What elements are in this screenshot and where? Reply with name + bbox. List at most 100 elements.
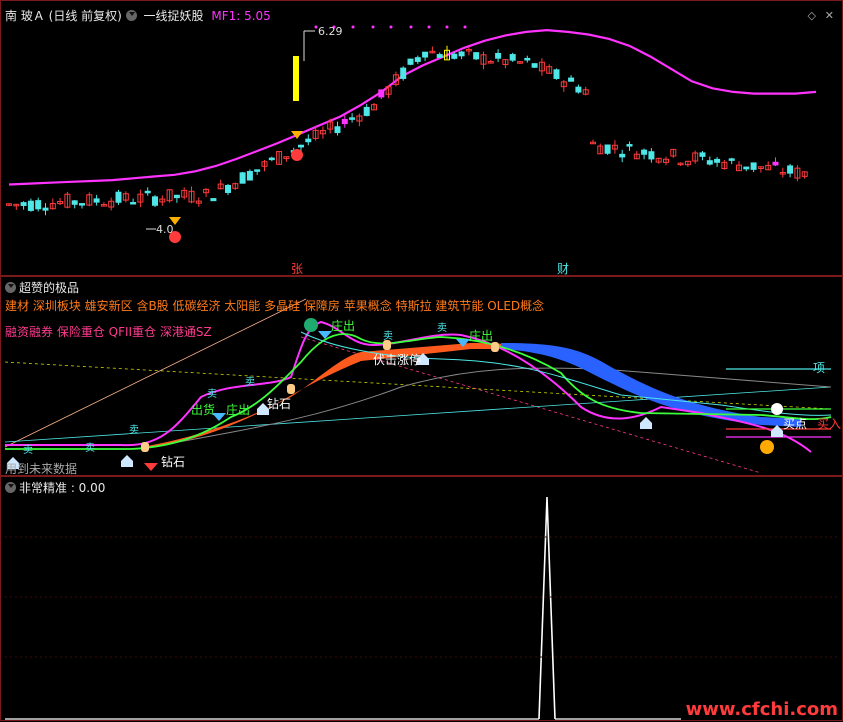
red-gem-icon [144, 463, 158, 471]
concept-tags-line1: 建材 深圳板块 雄安新区 含B股 低碳经济 太阳能 多晶硅 保障房 苹果概念 特… [5, 299, 545, 313]
close-icon[interactable]: ✕ [825, 9, 834, 22]
diamond-icon[interactable]: ◇ [808, 9, 816, 22]
candle-body [71, 200, 78, 205]
indicator-name[interactable]: 一线捉妖股 [144, 9, 204, 23]
bottom-label: 非常精准 : 0.00 [19, 481, 106, 495]
indicator-title-text: 超赞的极品 [19, 281, 80, 295]
candle-body [495, 52, 502, 59]
future-data-label: 用到未来数据 [5, 462, 78, 476]
top-signal-dot [351, 25, 355, 29]
sell-tag-6: 卖 [383, 331, 393, 342]
candle-body [115, 191, 122, 203]
candle-body [35, 200, 42, 210]
annotation-xiang: 项 [813, 361, 826, 375]
candle-body [458, 51, 465, 57]
house-icon [771, 425, 783, 437]
indicator-dropdown-icon[interactable] [125, 10, 137, 21]
high-price-label: 6.29 [318, 25, 343, 38]
candle-body [641, 149, 648, 155]
candle-body [378, 89, 385, 98]
indicator-menu-icon[interactable] [5, 282, 16, 293]
top-signal-dot [371, 25, 375, 29]
concept-tags-line2: 融资融券 保险重仓 QFII重仓 深港通SZ [5, 325, 212, 339]
candle-body [79, 203, 85, 206]
candle-body [714, 158, 721, 163]
candle-body [436, 54, 443, 58]
candle-body [27, 200, 34, 211]
candle-body [298, 144, 304, 148]
cai-tag[interactable]: 财 [557, 260, 569, 277]
bottom-header: 非常精准 : 0.00 [5, 479, 105, 496]
candle-body [349, 117, 356, 120]
top-signal-dot [463, 25, 467, 29]
candle-body [509, 54, 516, 61]
spike-chart [5, 496, 840, 720]
sell-tag-3: 卖 [129, 425, 139, 436]
candlestick-chart [6, 25, 817, 243]
candle-body [772, 161, 779, 166]
candle-body [305, 138, 312, 143]
candle-body [152, 196, 158, 206]
signal-ball-icon [291, 149, 303, 161]
zhang-tag[interactable]: 张 [291, 260, 303, 277]
annotation-zhuang-chu-2: 庄出 [469, 329, 494, 343]
green-circle-icon [304, 318, 318, 332]
annotation-zuan-shi-1: 钻石 [161, 455, 186, 469]
candle-body [531, 63, 538, 68]
chart-header: 南 玻Ａ (日线 前复权) 一线捉妖股 MF1: 5.05 [5, 7, 271, 24]
candle-body [268, 157, 275, 161]
stock-name: 南 玻Ａ [5, 9, 45, 23]
annotation-fu-ji: 伏击涨停 [373, 353, 422, 367]
bottom-menu-icon[interactable] [5, 482, 16, 493]
annotation-zuan-shi-2: 钻石 [267, 397, 292, 411]
annotation-chu-huo: 出货 [191, 403, 216, 417]
candle-body [619, 153, 626, 158]
globe-icon [771, 403, 783, 415]
top-signal-dot [427, 25, 431, 29]
sell-tag-5: 卖 [245, 377, 255, 388]
limit-up-candle [293, 56, 299, 101]
candle-body [473, 52, 480, 60]
annotation-buy-point: 买点 [783, 417, 808, 431]
indicator-title: 超赞的极品 [5, 279, 79, 296]
candle-body [750, 162, 757, 170]
candle-body [553, 69, 560, 79]
sell-tag-4: 卖 [207, 389, 217, 400]
bottom-pane: 非常精准 : 0.00 www.cfchi.com [0, 476, 843, 721]
period-label[interactable]: (日线 前复权) [49, 9, 122, 23]
candle-body [144, 190, 151, 194]
sell-tag-1: 卖 [23, 445, 33, 456]
candle-body [743, 166, 750, 170]
sell-tag-7: 卖 [437, 323, 447, 334]
candle-body [246, 170, 253, 181]
candle-body [568, 77, 575, 82]
sell-tag-2: 卖 [85, 443, 95, 454]
top-signal-dot [409, 25, 413, 29]
candle-body [400, 67, 407, 79]
candle-body [728, 158, 735, 161]
annotation-buy-in: 买入 [817, 417, 842, 431]
candle-body [604, 144, 611, 154]
candle-body [334, 126, 341, 134]
candle-body [407, 58, 414, 65]
candle-body [210, 198, 217, 202]
candle-body [254, 169, 261, 172]
hand-icon [141, 442, 149, 452]
candle-body [451, 53, 458, 59]
mf-value: MF1: 5.05 [211, 9, 271, 23]
candle-body [173, 194, 180, 199]
annotation-zhuang-chu-3: 庄出 [226, 403, 251, 417]
candle-body [93, 198, 100, 203]
candle-body [524, 57, 531, 61]
watermark: www.cfchi.com [685, 699, 838, 720]
house-icon [640, 417, 652, 429]
main-chart-pane: 南 玻Ａ (日线 前复权) 一线捉妖股 MF1: 5.05 ◇ ✕ 6.29 4… [0, 0, 843, 276]
candle-body [414, 57, 421, 62]
candle-body [239, 172, 246, 184]
dashed-line [4, 361, 832, 410]
candle-body [42, 207, 49, 211]
candle-body [706, 160, 713, 165]
candle-body [225, 184, 231, 193]
indicator-pane: 超赞的极品 建材 深圳板块 雄安新区 含B股 低碳经济 太阳能 多晶硅 保障房 … [0, 276, 843, 476]
candle-body [626, 144, 633, 147]
